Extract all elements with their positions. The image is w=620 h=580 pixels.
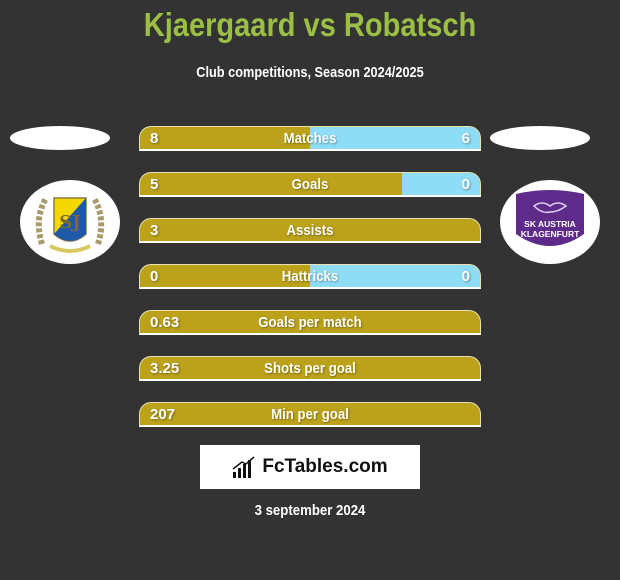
stat-label: Hattricks [281,268,339,285]
austria-klagenfurt-crest-icon: SK AUSTRIA KLAGENFURT [516,190,584,246]
right-player-oval [490,126,590,150]
bar-chart-logo-icon [232,456,255,478]
stat-label: Goals per match [258,314,362,331]
stat-label: Shots per goal [264,360,356,377]
stat-row-min-per-goal: 207 Min per goal [139,402,481,427]
stat-row-hattricks: 0 Hattricks 0 [139,264,481,289]
stat-label: Goals [291,176,329,193]
svg-text:KLAGENFURT: KLAGENFURT [521,229,580,239]
left-value: 3 [150,222,159,239]
left-player-oval [10,126,110,150]
laurel-crest-icon: SJ [35,196,105,253]
competition-subtitle: Club competitions, Season 2024/2025 [196,64,424,81]
right-value: 0 [461,268,470,285]
stat-row-shots-per-goal: 3.25 Shots per goal [139,356,481,381]
svg-text:SJ: SJ [59,212,81,233]
brand-name: FcTables.com [262,456,388,477]
stat-row-goals-per-match: 0.63 Goals per match [139,310,481,335]
stat-label: Matches [283,130,337,147]
right-value: 6 [461,130,470,147]
left-value: 5 [150,176,159,193]
stat-label: Assists [286,222,334,239]
left-team-logo[interactable]: SJ [20,180,120,264]
left-value: 8 [150,130,159,147]
page-title: Kjaergaard vs Robatsch [143,6,477,43]
svg-text:SK AUSTRIA: SK AUSTRIA [524,219,576,229]
stat-label: Min per goal [271,406,349,423]
fctables-brand[interactable]: FcTables.com [200,445,420,489]
stat-row-matches: 8 Matches 6 [139,126,481,151]
stat-row-assists: 3 Assists [139,218,481,243]
right-team-logo[interactable]: SK AUSTRIA KLAGENFURT [500,180,600,264]
stat-row-goals: 5 Goals 0 [139,172,481,197]
left-value: 0 [150,268,159,285]
right-value: 0 [461,176,470,193]
report-date: 3 september 2024 [254,502,366,519]
